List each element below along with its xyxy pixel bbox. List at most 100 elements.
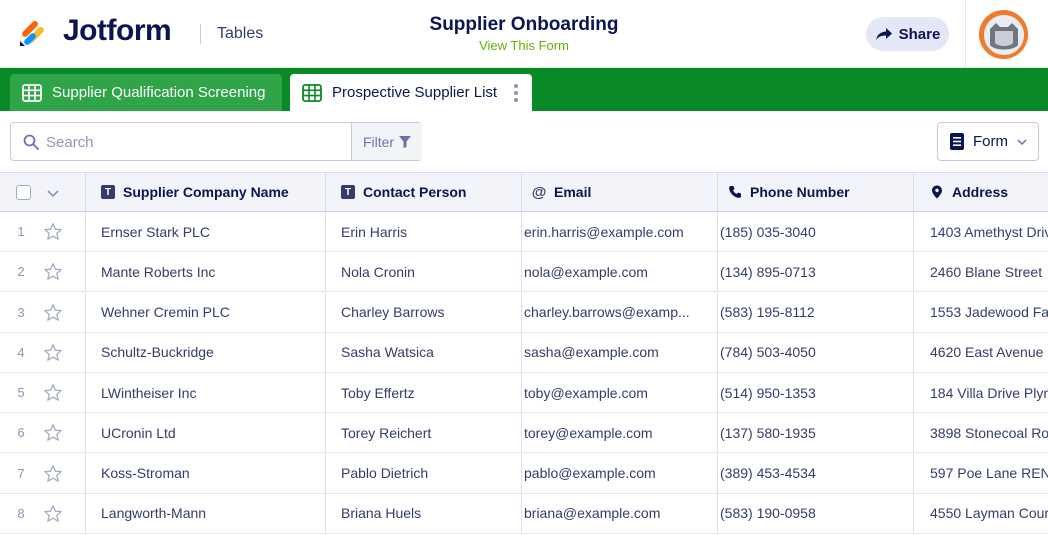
cell-phone[interactable]: (389) 453-4534 [718, 453, 914, 493]
tab-prospective-supplier-list[interactable]: Prospective Supplier List [290, 74, 532, 111]
cell-email[interactable]: nola@example.com [522, 252, 718, 292]
cell-contact[interactable]: Briana Huels [326, 493, 522, 533]
star-icon[interactable] [43, 262, 63, 282]
cell-company[interactable]: Koss-Stroman [86, 453, 326, 493]
cell-company[interactable]: Ernser Stark PLC [86, 212, 326, 251]
row-number: 4 [17, 344, 25, 360]
cell-company[interactable]: LWintheiser Inc [86, 373, 326, 412]
cell-contact[interactable]: Toby Effertz [326, 373, 522, 412]
row-control-cell: 6 [0, 413, 86, 453]
cell-address[interactable]: 1403 Amethyst Driv [914, 212, 1048, 251]
avatar[interactable] [979, 10, 1028, 59]
star-icon[interactable] [43, 343, 63, 363]
select-all-checkbox[interactable] [16, 185, 31, 200]
cell-phone[interactable]: (784) 503-4050 [718, 332, 914, 372]
cell-text: toby@example.com [524, 384, 648, 401]
cell-address[interactable]: 4620 East Avenue [914, 333, 1048, 372]
tab-supplier-qualification-screening[interactable]: Supplier Qualification Screening [10, 74, 282, 111]
row-control-cell: 3 [0, 292, 86, 332]
cell-email[interactable]: sasha@example.com [522, 332, 718, 372]
cell-address[interactable]: 3898 Stonecoal Ro [914, 413, 1048, 452]
cell-company[interactable]: Wehner Cremin PLC [86, 292, 326, 332]
column-header-contact[interactable]: T Contact Person [326, 173, 522, 211]
star-icon[interactable] [43, 504, 63, 524]
cell-contact[interactable]: Torey Reichert [326, 413, 522, 453]
column-header-phone[interactable]: Phone Number [718, 173, 914, 211]
search-icon [23, 134, 39, 150]
cell-address[interactable]: 1553 Jadewood Far [914, 293, 1048, 332]
chevron-down-icon[interactable] [46, 186, 60, 200]
tab-label: Prospective Supplier List [332, 84, 498, 101]
cell-company[interactable]: Langworth-Mann [86, 493, 326, 533]
cell-phone[interactable]: (583) 195-8112 [718, 292, 914, 332]
brand-name[interactable]: Jotform [63, 14, 172, 48]
share-button[interactable]: Share [866, 17, 949, 51]
star-icon[interactable] [43, 303, 63, 323]
cell-phone[interactable]: (137) 580-1935 [718, 413, 914, 453]
select-all-cell [0, 173, 86, 211]
table-row[interactable]: 3 Wehner Cremin PLC Charley Barrows charley… [0, 292, 1048, 333]
cell-email[interactable]: toby@example.com [522, 373, 718, 412]
view-form-link[interactable]: View This Form [374, 38, 674, 53]
cell-text: pablo@example.com [524, 465, 656, 481]
cell-text: (185) 035-3040 [720, 223, 816, 240]
filter-button[interactable]: Filter [351, 123, 422, 160]
cell-text: briana@example.com [524, 505, 661, 522]
star-icon[interactable] [43, 423, 63, 443]
title-block: Supplier Onboarding View This Form [374, 14, 674, 53]
cell-email[interactable]: briana@example.com [522, 493, 718, 533]
cell-company[interactable]: Schultz-Buckridge [86, 332, 326, 372]
star-icon[interactable] [43, 222, 63, 242]
jotform-logo-icon[interactable] [18, 16, 50, 48]
search-input[interactable] [46, 131, 346, 153]
cell-contact[interactable]: Nola Cronin [326, 252, 522, 292]
cell-contact[interactable]: Charley Barrows [326, 292, 522, 332]
cell-text: UCronin Ltd [101, 424, 176, 441]
table-row[interactable]: 8 Langworth-Mann Briana Huels briana@exampl… [0, 493, 1048, 534]
column-header-company[interactable]: T Supplier Company Name [86, 173, 326, 211]
cell-phone[interactable]: (583) 190-0958 [718, 493, 914, 533]
column-header-email[interactable]: @ Email [522, 173, 718, 211]
filter-funnel-icon [399, 135, 412, 148]
cell-address[interactable]: 184 Villa Drive Plyn [914, 373, 1048, 412]
cell-text: Erin Harris [341, 223, 408, 240]
cell-contact[interactable]: Sasha Watsica [326, 332, 522, 372]
cell-text: Wehner Cremin PLC [101, 304, 230, 320]
cell-text: charley.barrows@examp... [524, 304, 690, 320]
more-vertical-icon[interactable] [514, 84, 518, 102]
cell-company[interactable]: Mante Roberts Inc [86, 252, 326, 292]
column-header-label: Contact Person [363, 184, 467, 200]
cell-text: Toby Effertz [341, 384, 415, 401]
cell-contact[interactable]: Erin Harris [326, 212, 522, 251]
star-icon[interactable] [43, 383, 63, 403]
cell-contact[interactable]: Pablo Dietrich [326, 453, 522, 493]
filter-label: Filter [362, 133, 395, 150]
table-row[interactable]: 4 Schultz-Buckridge Sasha Watsica sasha@exa… [0, 332, 1048, 373]
cell-phone[interactable]: (134) 895-0713 [718, 252, 914, 292]
cell-address[interactable]: 4550 Layman Cour [914, 494, 1048, 533]
cell-email[interactable]: erin.harris@example.com [522, 212, 718, 251]
product-name[interactable]: Tables [217, 25, 263, 43]
cell-email[interactable]: pablo@example.com [522, 453, 718, 493]
cell-phone[interactable]: (185) 035-3040 [718, 212, 914, 251]
table-row[interactable]: 7 Koss-Stroman Pablo Dietrich pablo@example… [0, 453, 1048, 494]
star-icon[interactable] [43, 464, 63, 484]
table-row[interactable]: 5 LWintheiser Inc Toby Effertz toby@example… [0, 373, 1048, 413]
cell-text: (784) 503-4050 [720, 344, 816, 361]
cell-company[interactable]: UCronin Ltd [86, 413, 326, 453]
cell-text: Ernser Stark PLC [101, 223, 210, 240]
cell-address[interactable]: 597 Poe Lane REN [914, 454, 1048, 493]
column-header-address[interactable]: Address [914, 173, 1048, 211]
cell-text: Nola Cronin [341, 263, 415, 280]
table-row[interactable]: 2 Mante Roberts Inc Nola Cronin nola@exampl… [0, 252, 1048, 293]
table-row[interactable]: 6 UCronin Ltd Torey Reichert torey@example.… [0, 413, 1048, 454]
form-button[interactable]: Form [937, 122, 1039, 161]
cell-phone[interactable]: (514) 950-1353 [718, 373, 914, 412]
table-row[interactable]: 1 Ernser Stark PLC Erin Harris erin.harris@… [0, 212, 1048, 252]
row-number: 5 [17, 385, 25, 400]
cell-email[interactable]: charley.barrows@examp... [522, 292, 718, 332]
cell-email[interactable]: torey@example.com [522, 413, 718, 453]
cell-text: Sasha Watsica [341, 344, 434, 361]
cell-address[interactable]: 2460 Blane Street [914, 252, 1048, 291]
cell-text: 184 Villa Drive Plyn [930, 384, 1048, 401]
